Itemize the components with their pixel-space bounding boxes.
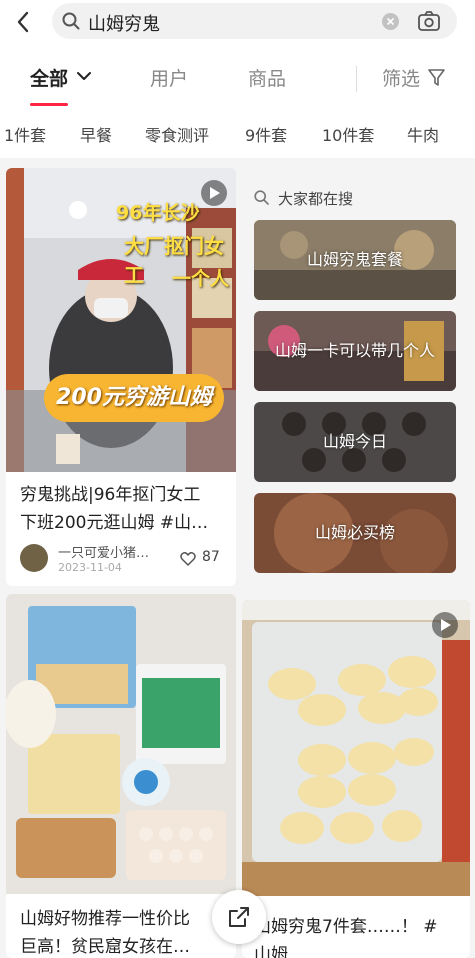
keyword-chips: 1件套 早餐 零食测评 9件套 10件套 牛肉	[0, 110, 475, 158]
top-bar: 山姆穷鬼	[0, 0, 475, 44]
note-title-line: 下班200元逛山姆 #山…	[20, 513, 209, 533]
hot-search-item[interactable]: 山姆今日	[254, 402, 456, 482]
chip[interactable]: 牛肉	[407, 122, 439, 146]
tab-products[interactable]: 商品	[248, 64, 286, 91]
note-card[interactable]: 96年长沙 大厂抠门女工 一个人 200元穷游山姆 穷鬼挑战|96年抠门女工 下…	[6, 168, 236, 586]
tab-filter[interactable]: 筛选	[382, 64, 420, 91]
chip[interactable]: 10件套	[322, 122, 374, 146]
chip[interactable]: 零食测评	[145, 122, 209, 146]
hot-search-label: 山姆穷鬼套餐	[306, 250, 403, 269]
author-name[interactable]: 一只可爱小猪…	[58, 542, 149, 561]
chip[interactable]: 9件套	[245, 122, 287, 146]
cover-headline: 200元穷游山姆	[44, 374, 224, 422]
note-card[interactable]: 山姆穷鬼7件套……！ # 山姆	[242, 600, 470, 958]
result-tabs: 全部 用户 商品 筛选	[0, 44, 475, 110]
avatar[interactable]	[20, 544, 48, 572]
hot-search-heading: 大家都在搜	[278, 190, 354, 208]
active-tab-indicator	[30, 103, 68, 106]
external-link-icon	[229, 907, 249, 927]
video-play-icon	[201, 180, 227, 206]
hot-search-item[interactable]: 山姆必买榜	[254, 493, 456, 573]
note-title-line: 山姆好物推荐一性价比	[20, 909, 190, 929]
share-button[interactable]	[212, 890, 266, 944]
camera-search-icon[interactable]	[418, 11, 440, 31]
cover-text: 一个人	[172, 268, 230, 290]
note-cover-image	[242, 600, 470, 896]
chip[interactable]: 早餐	[80, 122, 112, 146]
note-cover-image	[6, 594, 236, 894]
back-arrow-icon[interactable]	[10, 6, 38, 38]
note-cover-image: 96年长沙 大厂抠门女工 一个人 200元穷游山姆	[6, 168, 236, 472]
hot-search-item[interactable]: 山姆穷鬼套餐	[254, 220, 456, 300]
tab-divider	[356, 66, 357, 92]
note-title-line: 巨高！贫民窟女孩在…	[20, 937, 190, 957]
video-play-icon	[432, 612, 458, 638]
filter-icon[interactable]	[428, 68, 445, 87]
note-title-line: 山姆	[254, 945, 288, 958]
cover-text: 96年长沙	[116, 202, 200, 224]
hot-search-label: 山姆一卡可以带几个人	[274, 341, 435, 360]
search-icon	[62, 12, 80, 30]
hot-search-label: 山姆今日	[322, 432, 387, 451]
hot-search-label: 山姆必买榜	[314, 523, 395, 542]
like-count: 87	[202, 549, 220, 565]
chip[interactable]: 1件套	[4, 122, 46, 146]
search-query[interactable]: 山姆穷鬼	[88, 10, 160, 36]
post-date: 2023-11-04	[58, 561, 122, 574]
heart-icon[interactable]	[180, 551, 196, 566]
search-box[interactable]: 山姆穷鬼	[52, 3, 457, 39]
search-icon	[254, 190, 269, 205]
clear-icon[interactable]	[382, 13, 399, 30]
note-card[interactable]: 山姆好物推荐一性价比 巨高！贫民窟女孩在…	[6, 594, 236, 958]
hot-search-item[interactable]: 山姆一卡可以带几个人	[254, 311, 456, 391]
note-title-line: 山姆穷鬼7件套……！ #	[254, 917, 438, 937]
chevron-down-icon[interactable]	[76, 70, 92, 82]
tab-users[interactable]: 用户	[150, 64, 188, 91]
tab-all[interactable]: 全部	[30, 64, 68, 91]
note-title-line: 穷鬼挑战|96年抠门女工	[20, 485, 201, 505]
